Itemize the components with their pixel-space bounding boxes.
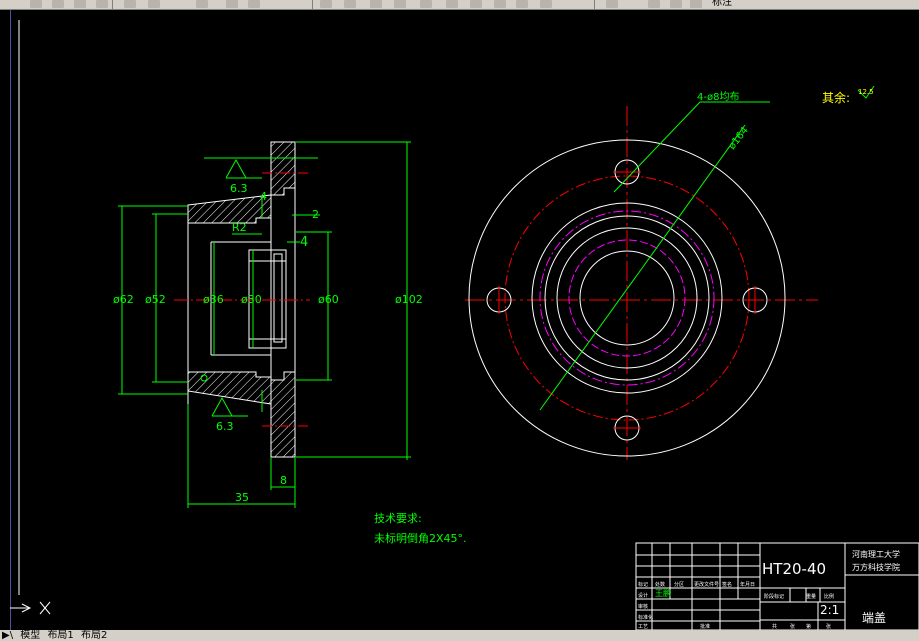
toolbar-separator (594, 0, 595, 9)
tb-part: 端盖 (862, 611, 886, 625)
layout-tabs: ▶\ 模型 布局1 布局2 (0, 630, 919, 641)
layer-name[interactable]: 标注 (712, 0, 732, 9)
pcd-note: ø164 (727, 125, 751, 152)
dim-d30: ø30 (241, 293, 262, 306)
tb-of2: 张 (826, 623, 831, 630)
design-center-icon[interactable] (446, 0, 458, 8)
holes-note: 4-ø8均布 (697, 91, 739, 103)
dim-d60: ø60 (318, 293, 339, 306)
dim-d36: ø36 (203, 293, 224, 306)
rest-label: 其余: (822, 90, 850, 105)
leader-pcd (539, 124, 746, 411)
tb-approve: 批准 (700, 623, 710, 630)
toolbar-separator (312, 0, 313, 9)
dim-d102: ø102 (395, 293, 423, 306)
roughness-top: 6.3 (230, 182, 248, 195)
undo-icon[interactable] (226, 0, 238, 8)
flange-section-top (270, 141, 296, 196)
save-icon[interactable] (74, 0, 86, 8)
tb-date: 年月日 (740, 581, 755, 588)
tb-sig: 签名 (722, 581, 732, 588)
tb-ratio: 比例 (824, 593, 834, 600)
tb-designer: 王鹏 (655, 588, 671, 598)
markup-icon[interactable] (516, 0, 528, 8)
copy-icon[interactable] (148, 0, 160, 8)
dim-4-right: 4 (300, 235, 308, 250)
tab-nav-arrows[interactable]: ▶\ (0, 630, 15, 641)
front-dimensions (539, 85, 875, 411)
tech-notes: 技术要求: 未标明倒角2X45°. (374, 512, 467, 545)
tech-notes-title: 技术要求: (374, 512, 422, 525)
section-dim-text: ø62 ø52 ø36 ø30 ø60 ø102 R2 35 8 4 4 2 6… (113, 182, 423, 504)
layer-color-icon[interactable] (670, 0, 682, 8)
tb-design: 设计 (638, 592, 648, 599)
dim-2: 2 (312, 208, 319, 221)
tool-palette-icon[interactable] (470, 0, 482, 8)
tb-school1: 河南理工大学 (852, 549, 900, 559)
roughness-bottom: 6.3 (216, 420, 234, 433)
dim-r2: R2 (232, 221, 247, 234)
zoom-window-icon[interactable] (370, 0, 382, 8)
sheet-set-icon[interactable] (494, 0, 506, 8)
cut-icon[interactable] (124, 0, 136, 8)
toolbar: 标注 (0, 0, 919, 10)
ucs-icon (10, 601, 51, 615)
tab-layout1[interactable]: 布局1 (45, 630, 75, 641)
dim-8: 8 (280, 474, 287, 487)
new-icon[interactable] (30, 0, 42, 8)
hub-section-bottom (187, 371, 272, 405)
tb-sheet2: 张 (790, 623, 795, 630)
redo-icon[interactable] (248, 0, 260, 8)
layer-manager-icon[interactable] (606, 0, 618, 8)
tb-scale: 2:1 (820, 603, 839, 617)
properties-icon[interactable] (420, 0, 432, 8)
flange-section-bottom (270, 371, 296, 458)
calculator-icon[interactable] (540, 0, 552, 8)
hub-section-top (187, 194, 272, 224)
dim-4-top: 4 (260, 190, 267, 203)
tb-material: HT20-40 (762, 560, 826, 578)
tab-model[interactable]: 模型 (18, 630, 42, 641)
paste-icon[interactable] (196, 0, 208, 8)
tb-sheet: 共 (772, 623, 777, 630)
dim-d52: ø52 (145, 293, 166, 306)
tb-zone: 分区 (674, 581, 684, 588)
dim-35: 35 (235, 491, 249, 504)
tb-stage: 阶段标记 (764, 593, 784, 600)
print-icon[interactable] (96, 0, 108, 8)
open-icon[interactable] (52, 0, 64, 8)
layer-dropdown-icon[interactable] (690, 0, 702, 8)
layer-state-icon[interactable] (648, 0, 660, 8)
pan-icon[interactable] (320, 0, 332, 8)
tb-count: 处数 (655, 581, 665, 588)
tb-check: 审核 (638, 603, 648, 610)
tech-notes-line1: 未标明倒角2X45°. (374, 531, 467, 545)
tb-weight: 重量 (806, 593, 816, 600)
groove-inner (273, 253, 283, 343)
tb-mark: 标记 (638, 581, 648, 588)
drawing-canvas[interactable]: ø62 ø52 ø36 ø30 ø60 ø102 R2 35 8 4 4 2 6… (0, 10, 919, 630)
toolbar-separator (112, 0, 113, 9)
zoom-previous-icon[interactable] (394, 0, 406, 8)
front-view (465, 106, 818, 460)
rest-value: 12.5 (858, 88, 874, 96)
tab-layout2[interactable]: 布局2 (79, 630, 109, 641)
tb-of: 第 (806, 623, 811, 630)
zoom-realtime-icon[interactable] (344, 0, 356, 8)
tb-std: 标准化 (638, 614, 653, 621)
tb-school2: 万方科技学院 (852, 562, 900, 572)
tb-doc: 更改文件号 (694, 581, 719, 588)
dim-d62: ø62 (113, 293, 134, 306)
